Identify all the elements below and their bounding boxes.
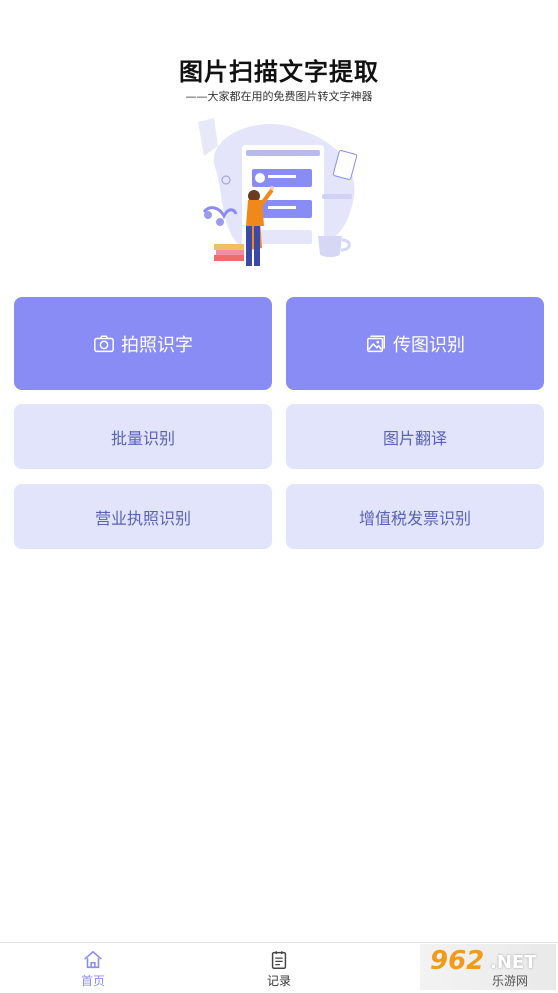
upload-recognize-label: 传图识别 — [393, 334, 465, 356]
tab-records[interactable]: 记录 — [219, 943, 339, 993]
home-icon — [84, 950, 102, 969]
page-subtitle: ——大家都在用的免费图片转文字神器 — [185, 90, 373, 103]
page-title: 图片扫描文字提取 — [179, 58, 379, 86]
business-license-button[interactable]: 营业执照识别 — [14, 484, 272, 549]
camera-icon — [94, 334, 114, 352]
image-translate-button[interactable]: 图片翻译 — [286, 404, 544, 469]
tab-records-label: 记录 — [266, 974, 291, 988]
watermark-number: 962 — [430, 946, 485, 976]
business-license-label: 营业执照识别 — [94, 508, 191, 528]
photo-recognize-label: 拍照识字 — [121, 334, 193, 356]
photo-recognize-button[interactable]: 拍照识字 — [14, 297, 272, 390]
image-translate-label: 图片翻译 — [382, 428, 447, 448]
tab-home-label: 首页 — [80, 974, 105, 988]
batch-recognize-label: 批量识别 — [110, 428, 175, 448]
upload-recognize-button[interactable]: 传图识别 — [286, 297, 544, 390]
watermark-logo: 962 .NET 乐游网 — [420, 944, 556, 990]
batch-recognize-button[interactable]: 批量识别 — [14, 404, 272, 469]
notepad-icon — [271, 951, 287, 969]
tab-home[interactable]: 首页 — [33, 943, 153, 993]
vat-invoice-label: 增值税发票识别 — [358, 508, 471, 528]
watermark-net: .NET — [490, 952, 537, 973]
vat-invoice-button[interactable]: 增值税发票识别 — [286, 484, 544, 549]
watermark-site: 乐游网 — [492, 974, 529, 988]
image-icon — [367, 334, 385, 352]
hero-illustration — [198, 118, 358, 266]
